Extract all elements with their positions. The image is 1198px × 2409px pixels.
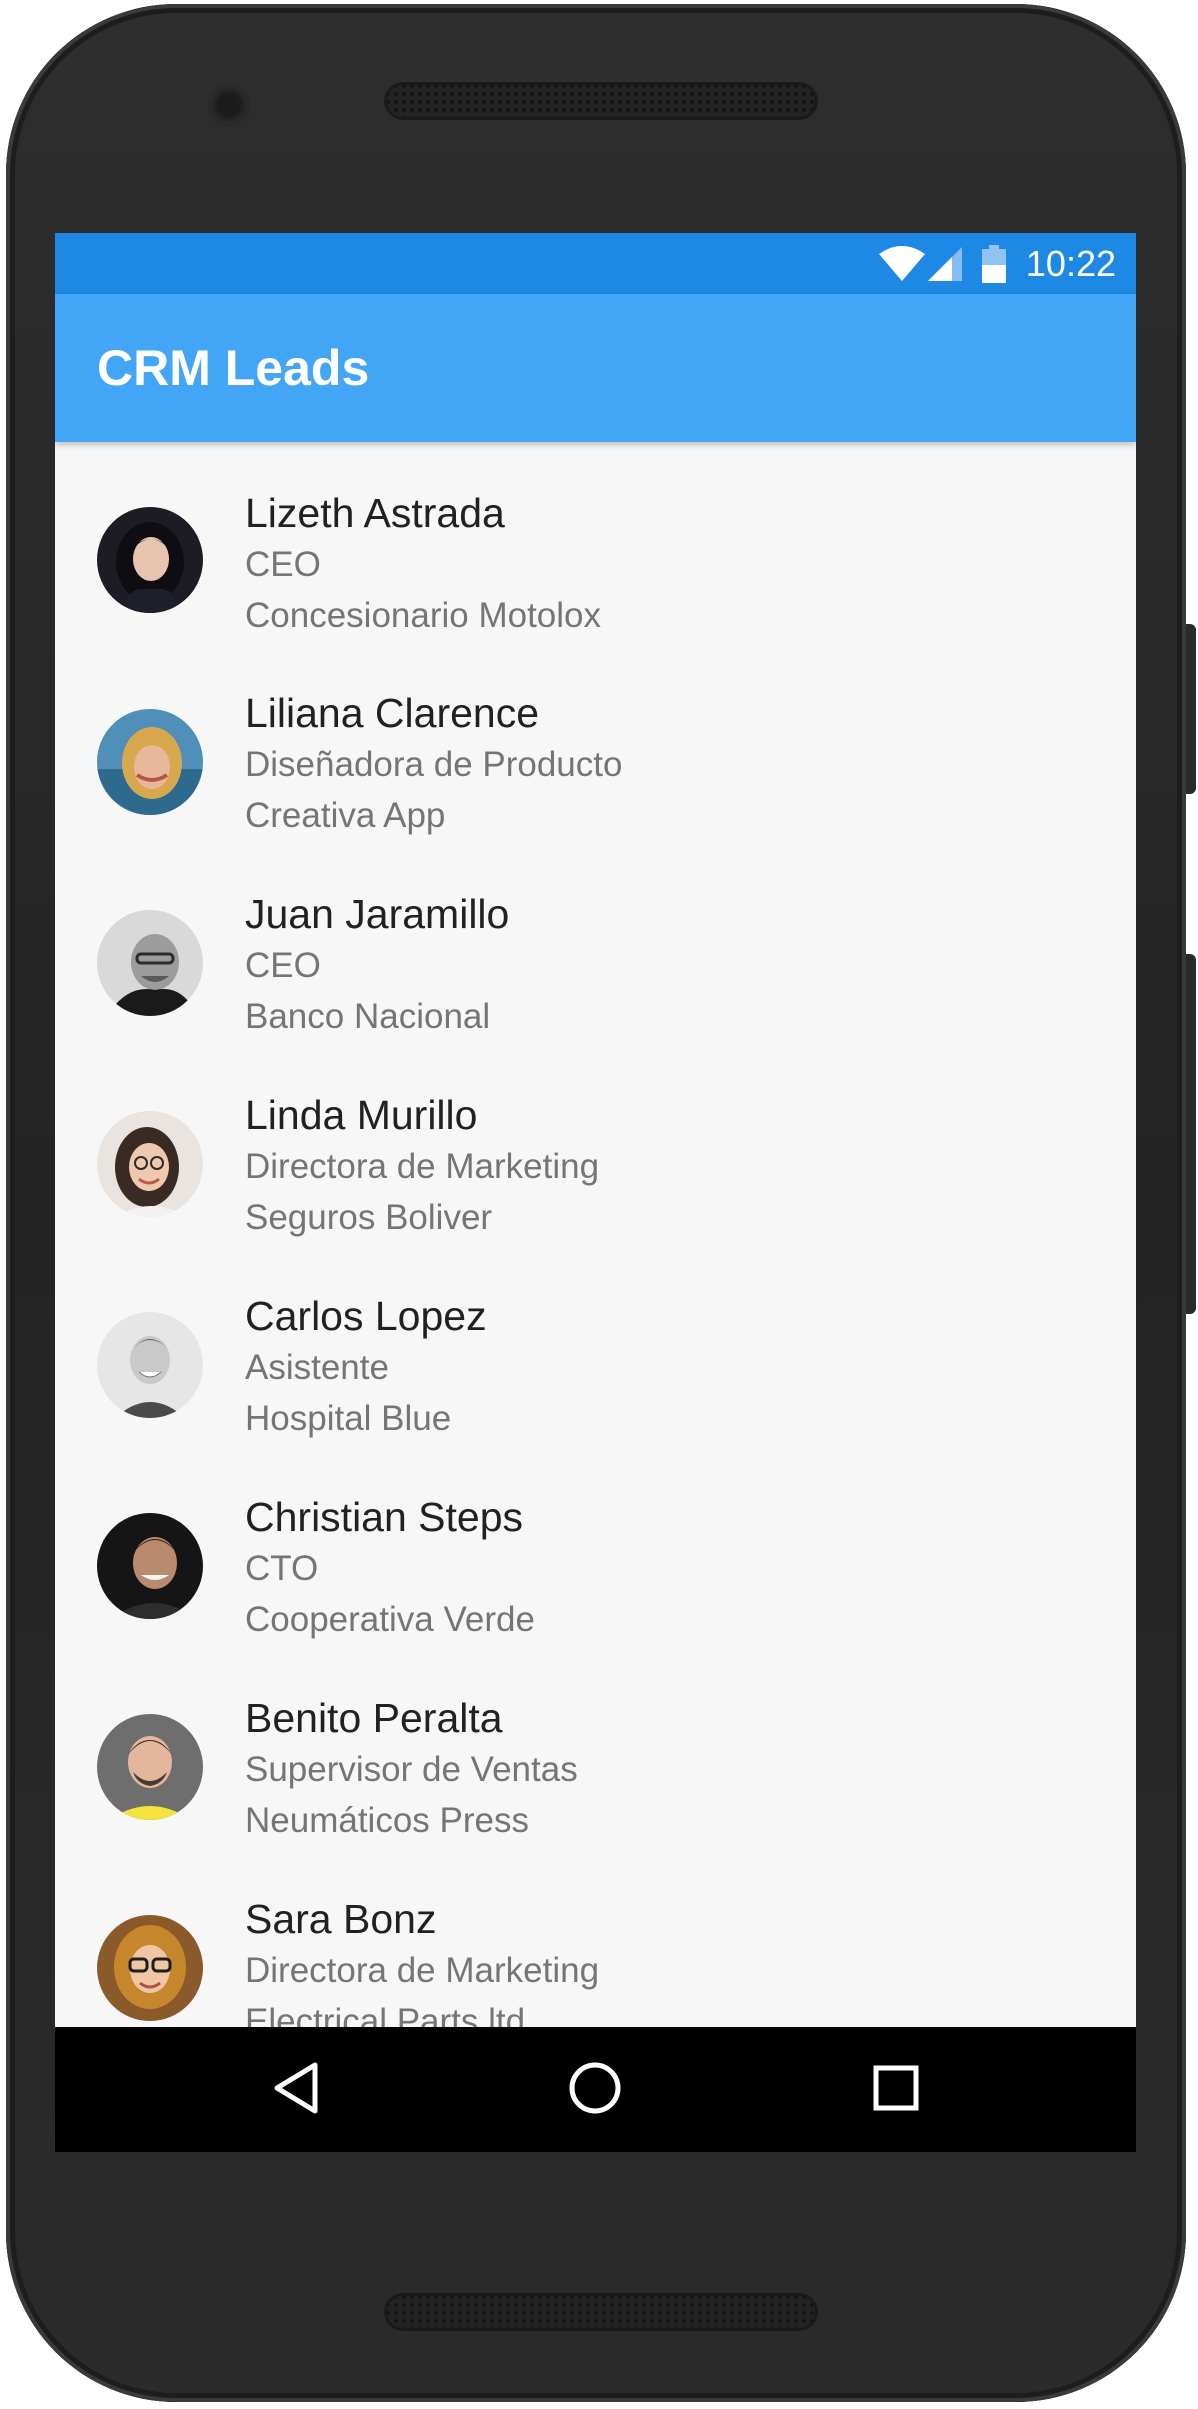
lead-text: Lizeth Astrada CEO Concesionario Motolox xyxy=(245,487,601,641)
screen: 10:22 CRM Leads Lizeth Astrada CEO Conce… xyxy=(55,233,1136,2152)
avatar xyxy=(97,1111,203,1217)
lead-text: Liliana Clarence Diseñadora de Producto … xyxy=(245,687,622,841)
avatar xyxy=(97,1312,203,1418)
lead-text: Carlos Lopez Asistente Hospital Blue xyxy=(245,1290,487,1444)
lead-name: Linda Murillo xyxy=(245,1092,478,1138)
lead-company: Neumáticos Press xyxy=(245,1801,529,1840)
lead-role: Directora de Marketing xyxy=(245,1147,600,1186)
bottom-speaker xyxy=(384,2293,818,2331)
app-bar: CRM Leads xyxy=(55,294,1136,442)
avatar xyxy=(97,1714,203,1820)
volume-button xyxy=(1186,954,1196,1314)
wifi-icon xyxy=(878,245,926,282)
status-icons: 10:22 xyxy=(878,233,1116,294)
list-item[interactable]: Christian Steps CTO Cooperativa Verde xyxy=(55,1447,1136,1648)
lead-text: Benito Peralta Supervisor de Ventas Neum… xyxy=(245,1692,578,1846)
signal-icon xyxy=(927,246,964,282)
lead-text: Linda Murillo Directora de Marketing Seg… xyxy=(245,1089,599,1243)
lead-role: Directora de Marketing xyxy=(245,1951,600,1990)
avatar xyxy=(97,507,203,613)
avatar xyxy=(97,1915,203,2021)
list-item[interactable]: Juan Jaramillo CEO Banco Nacional xyxy=(55,844,1136,1045)
lead-company: Hospital Blue xyxy=(245,1399,452,1438)
page-title: CRM Leads xyxy=(97,340,370,396)
home-button[interactable] xyxy=(562,2057,628,2123)
back-button[interactable] xyxy=(263,2057,329,2123)
lead-name: Lizeth Astrada xyxy=(245,490,505,536)
lead-company: Banco Nacional xyxy=(245,997,491,1036)
lead-name: Sara Bonz xyxy=(245,1896,437,1942)
lead-text: Christian Steps CTO Cooperativa Verde xyxy=(245,1491,535,1645)
status-bar: 10:22 xyxy=(55,233,1136,294)
lead-text: Sara Bonz Directora de Marketing Electri… xyxy=(245,1893,599,2047)
lead-name: Benito Peralta xyxy=(245,1695,503,1741)
leads-list[interactable]: Lizeth Astrada CEO Concesionario Motolox… xyxy=(55,442,1136,2152)
lead-company: Concesionario Motolox xyxy=(245,596,602,635)
lead-company: Creativa App xyxy=(245,796,446,835)
lead-text: Juan Jaramillo CEO Banco Nacional xyxy=(245,888,509,1042)
recents-icon xyxy=(873,2065,919,2116)
power-button xyxy=(1186,624,1196,794)
lead-name: Liliana Clarence xyxy=(245,690,540,736)
list-item[interactable]: Linda Murillo Directora de Marketing Seg… xyxy=(55,1045,1136,1246)
lead-name: Carlos Lopez xyxy=(245,1293,487,1339)
lead-role: CEO xyxy=(245,946,321,985)
back-icon xyxy=(271,2061,321,2120)
front-camera xyxy=(208,84,250,126)
lead-role: CTO xyxy=(245,1549,319,1588)
navigation-bar xyxy=(55,2027,1136,2152)
lead-role: Asistente xyxy=(245,1348,389,1387)
recents-button[interactable] xyxy=(863,2057,929,2123)
lead-role: Diseñadora de Producto xyxy=(245,745,623,784)
list-item[interactable]: Liliana Clarence Diseñadora de Producto … xyxy=(55,643,1136,844)
clock: 10:22 xyxy=(1025,242,1116,284)
list-item[interactable]: Sara Bonz Directora de Marketing Electri… xyxy=(55,1849,1136,2050)
list-item[interactable]: Benito Peralta Supervisor de Ventas Neum… xyxy=(55,1648,1136,1849)
lead-company: Seguros Boliver xyxy=(245,1198,493,1237)
home-icon xyxy=(568,2061,622,2120)
list-item[interactable]: Carlos Lopez Asistente Hospital Blue xyxy=(55,1246,1136,1447)
lead-name: Christian Steps xyxy=(245,1494,524,1540)
lead-name: Juan Jaramillo xyxy=(245,891,510,937)
avatar xyxy=(97,910,203,1016)
list-item[interactable]: Lizeth Astrada CEO Concesionario Motolox xyxy=(55,442,1136,643)
avatar xyxy=(97,709,203,815)
lead-role: CEO xyxy=(245,545,321,584)
avatar xyxy=(97,1513,203,1619)
top-speaker xyxy=(384,82,818,120)
battery-icon xyxy=(981,244,1006,283)
lead-role: Supervisor de Ventas xyxy=(245,1750,578,1789)
lead-company: Cooperativa Verde xyxy=(245,1600,535,1639)
